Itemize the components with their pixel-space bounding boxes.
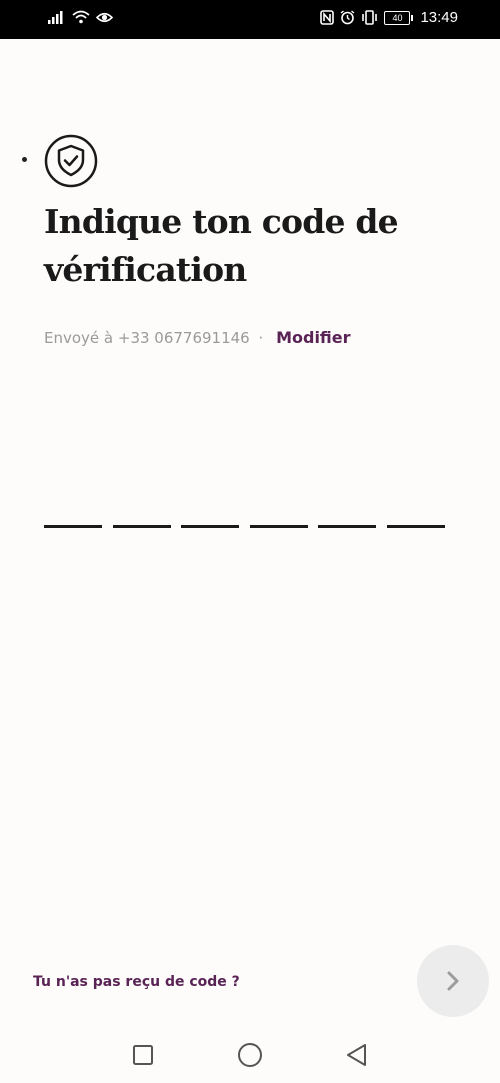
verification-code-input (44, 497, 445, 528)
code-digit-3[interactable] (181, 497, 240, 528)
system-nav-bar (0, 1025, 500, 1083)
vibrate-icon (362, 10, 378, 25)
status-right-icons: 40 13:49 (320, 9, 458, 26)
code-digit-6[interactable] (386, 497, 445, 528)
code-digit-2[interactable] (112, 497, 171, 528)
nfc-icon (320, 10, 335, 25)
shield-check-icon (44, 134, 98, 188)
battery-icon: 40 (384, 10, 414, 25)
next-button[interactable] (417, 945, 489, 1017)
wifi-icon (72, 10, 90, 24)
decorative-dot (22, 157, 27, 162)
modify-phone-link[interactable]: Modifier (276, 328, 350, 347)
recent-apps-button[interactable] (130, 1042, 156, 1068)
sent-to-line: Envoyé à +33 0677691146 · Modifier (44, 328, 351, 347)
code-digit-5[interactable] (318, 497, 377, 528)
sent-to-text: Envoyé à +33 0677691146 (44, 329, 250, 347)
status-left-icons (48, 10, 113, 24)
eye-icon (96, 12, 113, 22)
code-digit-4[interactable] (249, 497, 308, 528)
code-digit-1[interactable] (44, 497, 102, 528)
battery-level: 40 (392, 12, 403, 23)
back-button[interactable] (344, 1042, 370, 1068)
square-icon (133, 1045, 153, 1065)
alarm-icon (341, 10, 355, 25)
home-button[interactable] (237, 1042, 263, 1068)
status-bar: 40 13:49 (0, 0, 500, 39)
page-title: Indique ton code de vérification (44, 202, 399, 289)
separator-dot: · (258, 329, 264, 347)
signal-icon (48, 11, 63, 24)
chevron-right-icon (447, 971, 459, 991)
resend-code-link[interactable]: Tu n'as pas reçu de code ? (33, 974, 240, 990)
circle-icon (238, 1043, 262, 1067)
status-time: 13:49 (420, 9, 458, 26)
triangle-back-icon (347, 1044, 366, 1066)
